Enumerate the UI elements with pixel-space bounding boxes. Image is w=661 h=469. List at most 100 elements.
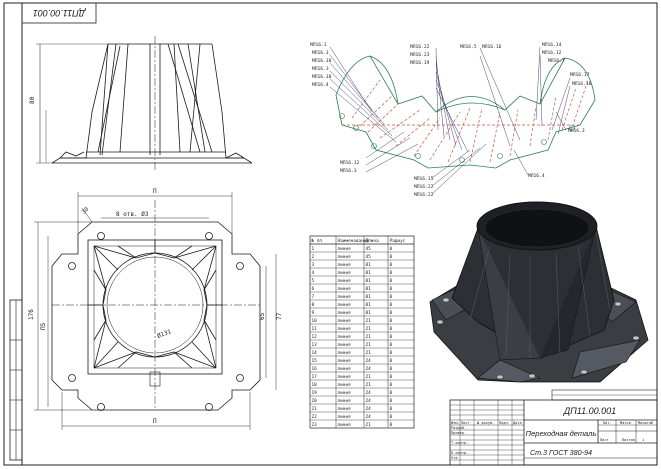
dim-left-inner: П5 xyxy=(40,322,47,330)
callout-mid-2: МЛ16.23 xyxy=(410,52,430,58)
callout-left-1: МЛ16.1 xyxy=(310,42,327,48)
parts-table-cell: линия xyxy=(338,423,352,428)
parts-table-cell: 14 xyxy=(312,350,318,356)
hole-4 xyxy=(236,262,244,270)
parts-table-cell: 81 xyxy=(366,294,372,300)
parts-table-cell: линия xyxy=(338,319,352,324)
parts-table-cell: линия xyxy=(338,279,352,284)
parts-table-cell: линия xyxy=(338,399,352,404)
tb-role-razrab: Разраб. xyxy=(451,425,466,430)
tb-lit-label: Лит. xyxy=(603,421,612,425)
parts-table-cell: 16 xyxy=(312,366,318,372)
parts-table-cell: 24 xyxy=(366,390,372,396)
parts-table-cell: 18 xyxy=(312,382,318,388)
plan-view xyxy=(51,200,261,411)
callout-right-7: МЛ16.4 xyxy=(528,173,545,179)
stamp-code: ДП11.00.001 xyxy=(33,8,86,18)
left-side-stamp xyxy=(9,299,23,461)
tb-designation: ДП11.00.001 xyxy=(563,406,616,416)
parts-table-cell: 13 xyxy=(312,342,318,348)
parts-table-cell: линия xyxy=(338,303,352,308)
parts-table-cell: 20 xyxy=(312,398,318,404)
parts-table-cell: 9 xyxy=(312,310,315,316)
hole-7 xyxy=(97,403,105,411)
parts-table-cell: линия xyxy=(338,335,352,340)
parts-table-cell: линия xyxy=(338,375,352,380)
parts-table-cell: 24 xyxy=(366,398,372,404)
callouts-left: МЛ16.1 МЛ16.1 МЛ16.10 МЛ16.3 МЛ16.10 МЛ1… xyxy=(310,42,360,174)
tb-sheet-label: Лист xyxy=(600,438,609,442)
parts-table-cell: 8 xyxy=(312,302,315,308)
callout-mid-8: МЛ16.22 xyxy=(414,192,434,198)
callout-right-6: МЛ16.3 xyxy=(568,128,585,134)
parts-table-cell: 45 xyxy=(366,246,372,252)
front-view xyxy=(36,36,253,170)
parts-table-cell: 23 xyxy=(312,422,318,428)
parts-table-header-cell: Длина xyxy=(366,238,380,244)
tb-mass-label: Масса xyxy=(620,421,631,425)
parts-table-cell: 0 xyxy=(390,302,393,308)
parts-table-cell: линия xyxy=(338,287,352,292)
parts-table-cell: 0 xyxy=(390,334,393,340)
parts-table-cell: линия xyxy=(338,407,352,412)
parts-table-cell: 0 xyxy=(390,374,393,380)
parts-table-cell: 0 xyxy=(390,262,393,268)
parts-table-cell: 0 xyxy=(390,326,393,332)
tb-role-tkontr: Т.контр. xyxy=(451,441,468,445)
tb-col-date: Дата xyxy=(513,421,522,425)
parts-table-cell: 12 xyxy=(312,334,318,340)
callout-left-7: МЛ16.12 xyxy=(340,160,360,166)
mounting-holes xyxy=(68,232,244,411)
parts-table-cell: линия xyxy=(338,367,352,372)
callout-mid-1: МЛ16.22 xyxy=(410,44,430,50)
dim-holes-note: 8 отв. Ø3 xyxy=(116,211,149,218)
tb-col-izm: Изм. xyxy=(451,421,460,425)
parts-table-cell: линия xyxy=(338,263,352,268)
parts-table-cell: 15 xyxy=(312,358,318,364)
parts-table-cell: линия xyxy=(338,343,352,348)
callout-right-2: МЛ16.12 xyxy=(542,50,562,56)
tb-part-name: Переходная деталь xyxy=(526,429,597,438)
parts-table-cell: 21 xyxy=(366,342,372,348)
tb-col-docnum: № докум. xyxy=(477,421,494,425)
parts-table-cell: 0 xyxy=(390,406,393,412)
tb-role-prover: Провер. xyxy=(451,431,466,435)
parts-table-cell: 4 xyxy=(312,270,315,276)
callout-mid-6: МЛ16.15 xyxy=(414,176,434,182)
parts-table-cell: 0 xyxy=(390,246,393,252)
parts-table-cell: 17 xyxy=(312,374,318,380)
parts-table-cell: 5 xyxy=(312,278,315,284)
tb-sheets-label: Листов xyxy=(622,438,635,442)
parts-table-cell: 81 xyxy=(366,302,372,308)
drawing-canvas: ДП11.00.001 8 0 П 30 8 отв. Ø3 Ø131 176 П… xyxy=(3,2,658,466)
dim-center-circle: Ø131 xyxy=(156,328,172,340)
parts-table-cell: линия xyxy=(338,247,352,252)
parts-table-cell: линия xyxy=(338,391,352,396)
callout-right-3: МЛ16.7 xyxy=(548,58,565,64)
parts-table-cell: 21 xyxy=(366,326,372,332)
parts-table-cell: 2 xyxy=(312,254,315,260)
parts-table-cell: 11 xyxy=(312,326,318,332)
callout-left-4: МЛ16.3 xyxy=(312,66,329,72)
parts-table-cell: 0 xyxy=(390,310,393,316)
parts-table-cell: линия xyxy=(338,255,352,260)
parts-table-cell: 0 xyxy=(390,366,393,372)
parts-table-cell: 6 xyxy=(312,286,315,292)
parts-table-cell: линия xyxy=(338,359,352,364)
parts-table-cell: 0 xyxy=(390,350,393,356)
parts-table-cell: 0 xyxy=(390,422,393,428)
parts-table-cell: 0 xyxy=(390,390,393,396)
callout-left-5: МЛ16.10 xyxy=(312,74,332,80)
parts-table-cell: 21 xyxy=(366,422,372,428)
callout-mid-4: МЛ16.5 xyxy=(460,44,477,50)
parts-table-cell: 45 xyxy=(366,254,372,260)
parts-table-cell: 0 xyxy=(390,318,393,324)
parts-table-cell: 81 xyxy=(366,270,372,276)
hole-5 xyxy=(68,374,76,382)
dim-plan-bottom: П xyxy=(153,418,157,425)
designation-stamp: ДП11.00.001 xyxy=(21,2,97,24)
hole-1 xyxy=(97,232,105,240)
parts-table-cell: 0 xyxy=(390,342,393,348)
parts-table-cell: 21 xyxy=(366,334,372,340)
parts-table-cell: 0 xyxy=(390,414,393,420)
